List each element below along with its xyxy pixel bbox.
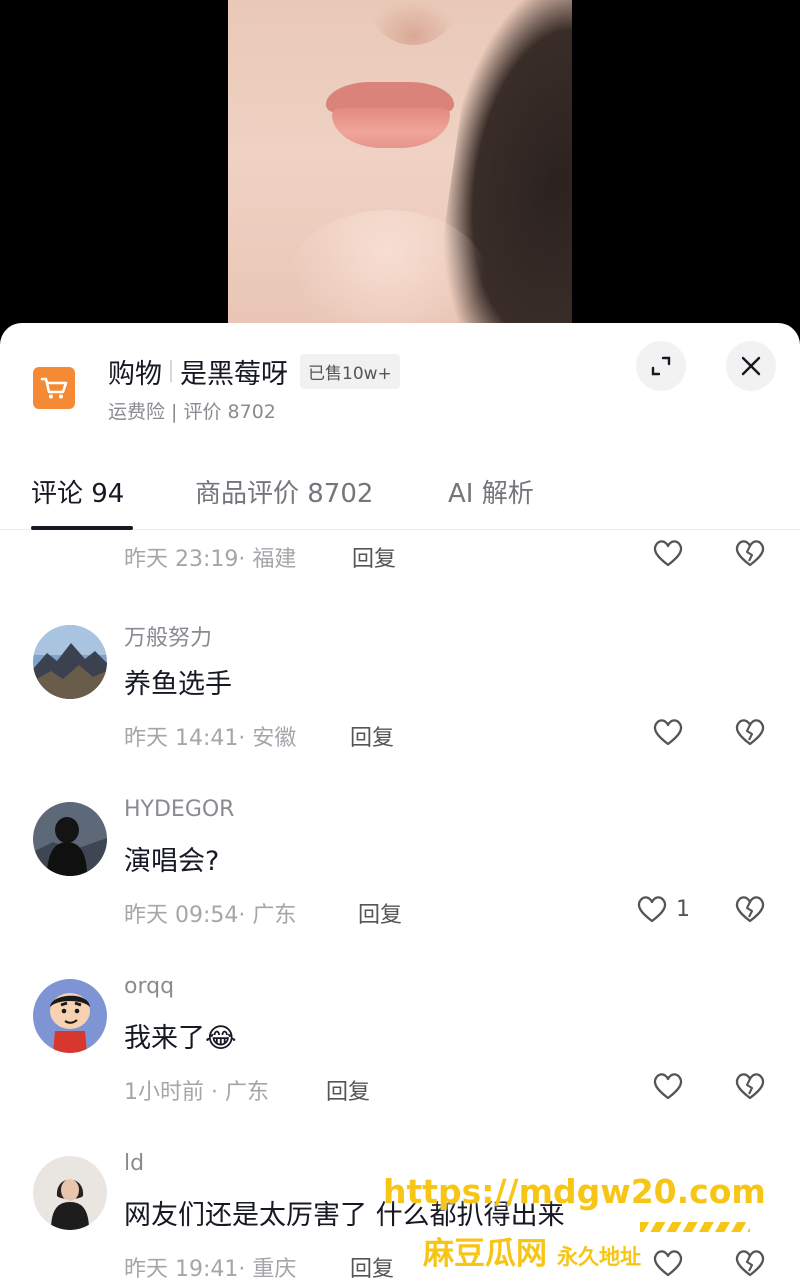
tab-product-reviews[interactable]: 商品评价 8702 xyxy=(195,473,373,510)
heart-icon xyxy=(637,896,667,923)
comment-meta: 昨天 19:41· 重庆 xyxy=(124,1257,297,1280)
broken-heart-icon[interactable] xyxy=(732,535,768,571)
title-divider xyxy=(170,360,172,382)
comment-text: 演唱会? xyxy=(124,846,220,877)
comment-text: 我来了😂 xyxy=(124,1016,237,1055)
dark-figure-avatar[interactable] xyxy=(33,802,107,876)
comment-meta: 昨天 14:41· 安徽 xyxy=(124,726,297,751)
like-button[interactable] xyxy=(650,1068,686,1104)
comment-text-body: 我来了 xyxy=(124,1023,205,1054)
close-icon xyxy=(741,356,761,376)
laughing-crying-emoji: 😂 xyxy=(205,1023,237,1054)
product-category: 购物 xyxy=(108,358,162,390)
reply-button[interactable]: 回复 xyxy=(358,897,402,929)
comment-sheet: 购物 是黑莓呀 已售10w+ 运费险 | 评价 8702 评论 94 商品评价 … xyxy=(0,323,800,1280)
reply-button[interactable]: 回复 xyxy=(326,1074,370,1106)
broken-heart-icon[interactable] xyxy=(732,891,768,927)
comment-list[interactable]: 昨天 23:19· 福建 回复 万般努力 养鱼选手 昨天 14:41· 安徽 回… xyxy=(0,531,800,1280)
watermark-url: https://mdgw20.com xyxy=(383,1172,766,1211)
broken-heart-icon[interactable] xyxy=(732,714,768,750)
watermark-site-name: 麻豆瓜网 xyxy=(423,1236,547,1272)
shop-name: 是黑莓呀 xyxy=(180,358,288,390)
expand-icon xyxy=(651,356,671,376)
product-meta: 运费险 | 评价 8702 xyxy=(108,401,276,423)
woman-avatar[interactable] xyxy=(33,1156,107,1230)
tab-comments[interactable]: 评论 94 xyxy=(31,473,124,510)
comment-meta: 昨天 23:19· 福建 xyxy=(124,547,297,572)
close-button[interactable] xyxy=(726,341,776,391)
shopping-cart-icon xyxy=(33,367,75,409)
product-header[interactable]: 购物 是黑莓呀 已售10w+ 运费险 | 评价 8702 xyxy=(0,323,800,433)
video-player[interactable] xyxy=(0,0,800,345)
watermark-tagline: 永久地址 xyxy=(557,1245,641,1269)
comment-username[interactable]: ld xyxy=(124,1151,144,1176)
comment-username[interactable]: 万般努力 xyxy=(124,620,212,652)
video-frame-face xyxy=(228,0,572,345)
comment-meta: 昨天 09:54· 广东 xyxy=(124,903,297,928)
broken-heart-icon[interactable] xyxy=(732,1068,768,1104)
comment-username[interactable]: HYDEGOR xyxy=(124,797,234,822)
comment-item: orqq 我来了😂 1小时前 · 广东 回复 xyxy=(0,962,800,1139)
comment-item: HYDEGOR 演唱会? 昨天 09:54· 广东 回复 1 xyxy=(0,785,800,962)
heart-icon xyxy=(653,1250,683,1277)
watermark-stripes xyxy=(640,1222,750,1232)
nose-shape xyxy=(368,0,458,45)
cartoon-boy-avatar[interactable] xyxy=(33,979,107,1053)
tab-bar: 评论 94 商品评价 8702 AI 解析 xyxy=(0,463,800,530)
expand-button[interactable] xyxy=(636,341,686,391)
reply-button[interactable]: 回复 xyxy=(352,541,396,573)
heart-icon xyxy=(653,719,683,746)
tab-ai-analysis[interactable]: AI 解析 xyxy=(448,473,534,510)
lower-lip-shape xyxy=(332,108,450,148)
broken-heart-icon[interactable] xyxy=(732,1245,768,1280)
comment-meta: 1小时前 · 广东 xyxy=(124,1080,269,1105)
active-tab-indicator xyxy=(31,526,133,530)
watermark-site: 麻豆瓜网 永久地址 xyxy=(423,1228,641,1273)
like-button[interactable] xyxy=(650,714,686,750)
comment-item: 万般努力 养鱼选手 昨天 14:41· 安徽 回复 xyxy=(0,608,800,785)
like-button[interactable] xyxy=(650,1245,686,1280)
heart-icon xyxy=(653,1073,683,1100)
reply-button[interactable]: 回复 xyxy=(350,720,394,752)
reply-button[interactable]: 回复 xyxy=(350,1251,394,1280)
like-count: 1 xyxy=(676,896,690,922)
mountain-avatar[interactable] xyxy=(33,625,107,699)
comment-username[interactable]: orqq xyxy=(124,974,174,999)
comment-item-partial: 昨天 23:19· 福建 回复 xyxy=(0,531,800,591)
like-button[interactable]: 1 xyxy=(634,891,690,927)
product-title-row: 购物 是黑莓呀 已售10w+ xyxy=(108,351,400,391)
heart-icon[interactable] xyxy=(650,535,686,571)
comment-text: 养鱼选手 xyxy=(124,669,232,700)
sold-count-badge: 已售10w+ xyxy=(300,353,400,389)
